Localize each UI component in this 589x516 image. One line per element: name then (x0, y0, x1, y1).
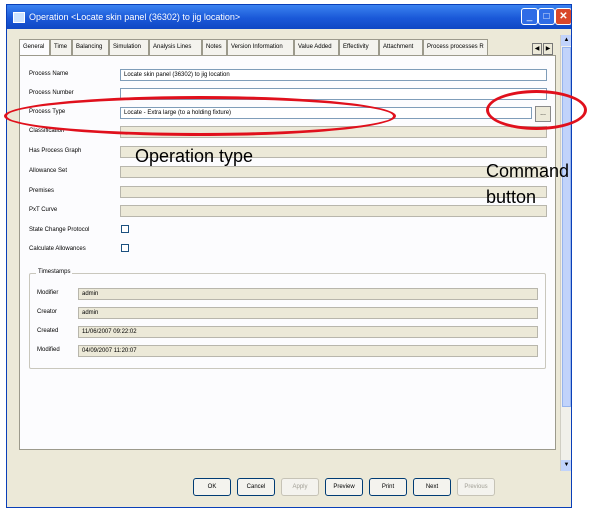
tab-process-processes[interactable]: Process processes R (423, 39, 488, 55)
print-button[interactable]: Print (369, 478, 407, 496)
command-annotation-line2: button (486, 187, 537, 207)
process-number-label: Process Number (29, 90, 74, 96)
tab-simulation[interactable]: Simulation (109, 39, 149, 55)
dialog-button-bar: OK Cancel Apply Preview Print Next Previ… (7, 478, 571, 502)
process-name-label: Process Name (29, 71, 69, 77)
maximize-button[interactable]: □ (538, 8, 555, 25)
apply-button[interactable]: Apply (281, 478, 319, 496)
modified-label: Modified (37, 347, 60, 353)
preview-button[interactable]: Preview (325, 478, 363, 496)
cancel-button[interactable]: Cancel (237, 478, 275, 496)
ok-button[interactable]: OK (193, 478, 231, 496)
command-button-highlight-oval (486, 90, 587, 130)
tab-analysis-lines[interactable]: Analysis Lines (149, 39, 202, 55)
tab-scroll-right-button[interactable]: ▶ (543, 43, 553, 55)
scroll-down-arrow[interactable]: ▼ (561, 460, 571, 471)
allowance-set-field[interactable] (120, 166, 547, 178)
next-button[interactable]: Next (413, 478, 451, 496)
minimize-button[interactable]: _ (521, 8, 538, 25)
premises-field[interactable] (120, 186, 547, 198)
modifier-label: Modifier (37, 290, 59, 296)
modified-field: 04/09/2007 11:20:07 (78, 345, 538, 357)
tab-time[interactable]: Time (50, 39, 72, 55)
previous-button[interactable]: Previous (457, 478, 495, 496)
created-label: Created (37, 328, 59, 334)
tab-attachment[interactable]: Attachment (379, 39, 423, 55)
tab-value-added[interactable]: Value Added (294, 39, 339, 55)
scroll-up-arrow[interactable]: ▲ (561, 35, 571, 46)
creator-label: Creator (37, 309, 58, 315)
allowance-set-label: Allowance Set (29, 168, 68, 174)
tab-strip: General Time Balancing Simulation Analys… (19, 39, 544, 56)
title-bar[interactable]: Operation <Locate skin panel (36302) to … (7, 5, 571, 29)
operation-type-highlight-oval (4, 96, 396, 136)
tab-scroll-left-button[interactable]: ◀ (532, 43, 542, 55)
tab-general[interactable]: General (19, 39, 50, 56)
window-title: Operation <Locate skin panel (36302) to … (29, 12, 241, 22)
window-icon (13, 12, 25, 23)
state-change-protocol-checkbox[interactable] (121, 225, 129, 233)
modifier-field: admin (78, 288, 538, 300)
calculate-allowances-checkbox[interactable] (121, 244, 129, 252)
process-name-field[interactable]: Locate skin panel (36302) to jig locatio… (120, 69, 547, 81)
has-process-graph-label: Has Process Graph (29, 148, 82, 154)
timestamps-legend: Timestamps (36, 269, 73, 275)
tab-effectivity[interactable]: Effectivity (339, 39, 379, 55)
operation-type-annotation: Operation type (135, 146, 254, 166)
tab-notes[interactable]: Notes (202, 39, 227, 55)
pt-curve-label: PxT Curve (29, 207, 58, 213)
tab-version-information[interactable]: Version Information (227, 39, 294, 55)
creator-field: admin (78, 307, 538, 319)
close-button[interactable]: ✕ (555, 8, 571, 25)
tab-balancing[interactable]: Balancing (72, 39, 109, 55)
premises-label: Premises (29, 188, 55, 194)
created-field: 11/06/2007 09:22:02 (78, 326, 538, 338)
pt-curve-field[interactable] (120, 205, 547, 217)
operation-dialog: Operation <Locate skin panel (36302) to … (6, 4, 572, 508)
state-change-protocol-label: State Change Protocol (29, 227, 90, 233)
calculate-allowances-label: Calculate Allowances (29, 246, 86, 252)
command-annotation-line1: Command (486, 161, 570, 181)
